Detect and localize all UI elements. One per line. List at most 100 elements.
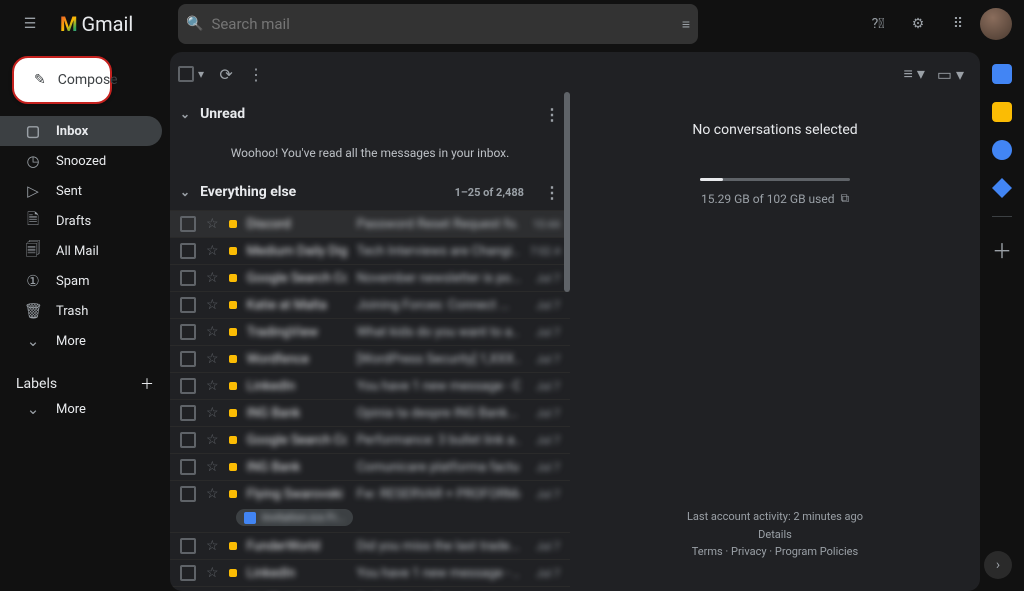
sidebar-item-snoozed[interactable]: ◷Snoozed [0, 146, 162, 176]
mail-row[interactable]: ☆Katie at MaltaJoining Forces: Connect .… [170, 291, 570, 318]
date: Jul 7 [530, 488, 560, 501]
mail-row[interactable]: ☆LinkedInYou have 1 new message - ...Jul… [170, 559, 570, 586]
row-checkbox[interactable] [180, 297, 196, 313]
star-icon[interactable]: ☆ [206, 432, 219, 448]
label-chip [229, 542, 237, 550]
nav-icon: ▷ [24, 182, 42, 200]
nav-icon: ▢ [24, 122, 42, 140]
row-checkbox[interactable] [180, 324, 196, 340]
sidebar-item-more[interactable]: ⌄More [0, 326, 162, 356]
settings-gear-icon[interactable]: ⚙ [900, 6, 936, 42]
compose-button[interactable]: ✎ Compose [12, 56, 112, 104]
subject: You have 1 new message - ... [357, 566, 520, 581]
split-icon[interactable]: ▭ ▾ [937, 65, 964, 84]
sidebar-item-all-mail[interactable]: 🗐All Mail [0, 236, 162, 266]
star-icon[interactable]: ☆ [206, 270, 219, 286]
mail-row[interactable]: ☆TradingViewWhat kids do you want to a..… [170, 318, 570, 345]
label-chip [229, 463, 237, 471]
sidebar-item-drafts[interactable]: 🗎Drafts [0, 206, 162, 236]
row-checkbox[interactable] [180, 486, 196, 502]
sidebar-item-trash[interactable]: 🗑Trash [0, 296, 162, 326]
select-all-checkbox[interactable] [178, 66, 194, 82]
details-link[interactable]: Details [758, 528, 792, 541]
attachment-chip[interactable]: Invitation.ics Fr... [236, 509, 353, 526]
mail-row[interactable]: ☆Wordfence[WordPress Security] 1,XXX...J… [170, 345, 570, 372]
storage-bar [700, 178, 850, 181]
row-checkbox[interactable] [180, 405, 196, 421]
search-bar[interactable]: 🔍 ≡ [178, 4, 698, 44]
help-icon[interactable]: ?⃝ [860, 6, 896, 42]
everything-menu-icon[interactable]: ⋮ [544, 183, 560, 202]
star-icon[interactable]: ☆ [206, 565, 219, 581]
sidebar-item-spam[interactable]: ①Spam [0, 266, 162, 296]
contacts-icon[interactable] [992, 178, 1012, 198]
row-checkbox[interactable] [180, 378, 196, 394]
sender: ING Bank [247, 406, 347, 421]
unread-menu-icon[interactable]: ⋮ [544, 105, 560, 124]
density-icon[interactable]: ≡ ▾ [904, 64, 925, 84]
row-checkbox[interactable] [180, 565, 196, 581]
row-checkbox[interactable] [180, 216, 196, 232]
star-icon[interactable]: ☆ [206, 405, 219, 421]
star-icon[interactable]: ☆ [206, 486, 219, 502]
footer-links[interactable]: Terms · Privacy · Program Policies [687, 543, 863, 561]
search-options-icon[interactable]: ≡ [682, 16, 690, 33]
row-checkbox[interactable] [180, 459, 196, 475]
date: Jul 7 [530, 567, 560, 580]
star-icon[interactable]: ☆ [206, 243, 219, 259]
subject: Comunicare platforma factur... [357, 460, 520, 475]
mail-row[interactable]: ☆Medium Daily DigestTech Interviews are … [170, 237, 570, 264]
row-checkbox[interactable] [180, 243, 196, 259]
add-app-icon[interactable]: ＋ [992, 235, 1012, 264]
row-checkbox[interactable] [180, 270, 196, 286]
reading-pane: ≡ ▾ ▭ ▾ No conversations selected 15.29 … [570, 52, 980, 591]
sender: TradingView [247, 325, 347, 340]
date: 7:02 A [530, 245, 560, 258]
label-chip [229, 247, 237, 255]
apps-grid-icon[interactable]: ⠿ [940, 6, 976, 42]
keep-icon[interactable] [992, 102, 1012, 122]
mail-row[interactable]: ☆FunderWorldDid you miss the last trade.… [170, 532, 570, 559]
mail-row[interactable]: ☆LinkedInYou have 1 new message - C...Ju… [170, 372, 570, 399]
star-icon[interactable]: ☆ [206, 351, 219, 367]
labels-more[interactable]: ⌄ More [0, 394, 162, 424]
select-dropdown-icon[interactable]: ▾ [198, 67, 204, 81]
row-checkbox[interactable] [180, 538, 196, 554]
row-checkbox[interactable] [180, 351, 196, 367]
account-avatar[interactable] [980, 8, 1012, 40]
main-menu-icon[interactable]: ☰ [12, 6, 48, 42]
star-icon[interactable]: ☆ [206, 324, 219, 340]
app-name: Gmail [82, 12, 134, 36]
more-actions-icon[interactable]: ⋮ [248, 65, 264, 84]
date: Jul 7 [530, 353, 560, 366]
everything-section-header[interactable]: ⌄ Everything else 1–25 of 2,488 ⋮ [170, 174, 570, 210]
mail-row[interactable]: ☆Flying SwarovskiFw: RESERVAR + PROFORMA… [170, 480, 570, 507]
sender: Google Search Cons... [247, 433, 347, 448]
search-input[interactable] [211, 15, 673, 33]
unread-section-header[interactable]: ⌄ Unread ⋮ [170, 96, 570, 132]
star-icon[interactable]: ☆ [206, 297, 219, 313]
add-label-icon[interactable]: ＋ [140, 374, 154, 394]
mail-row[interactable]: ☆DiscordPassword Reset Request fo...10:4… [170, 210, 570, 237]
label-chip [229, 569, 237, 577]
mail-row[interactable]: ☆ING BankComunicare platforma factur...J… [170, 453, 570, 480]
mail-row[interactable]: ☆MailPublireBubble Wrap Reinvited they..… [170, 586, 570, 591]
mail-row[interactable]: ☆ING BankOpinia ta despre ING Bank...Jul… [170, 399, 570, 426]
gmail-logo[interactable]: M Gmail [60, 12, 170, 36]
label-chip [229, 409, 237, 417]
tasks-icon[interactable] [992, 140, 1012, 160]
row-checkbox[interactable] [180, 432, 196, 448]
subject: Performance: 3 bullet link a... [357, 433, 520, 448]
open-storage-icon[interactable]: ⧉ [840, 191, 849, 206]
calendar-icon[interactable] [992, 64, 1012, 84]
mail-row[interactable]: ☆Google Search Cons...November newslette… [170, 264, 570, 291]
star-icon[interactable]: ☆ [206, 378, 219, 394]
star-icon[interactable]: ☆ [206, 459, 219, 475]
star-icon[interactable]: ☆ [206, 538, 219, 554]
mail-row[interactable]: ☆ Google Search Cons... Performance: 3 bul… [170, 426, 570, 453]
star-icon[interactable]: ☆ [206, 216, 219, 232]
sidebar-item-sent[interactable]: ▷Sent [0, 176, 162, 206]
refresh-icon[interactable]: ⟳ [208, 56, 244, 92]
side-panel-toggle-icon[interactable]: › [984, 551, 1012, 579]
sidebar-item-inbox[interactable]: ▢Inbox [0, 116, 162, 146]
